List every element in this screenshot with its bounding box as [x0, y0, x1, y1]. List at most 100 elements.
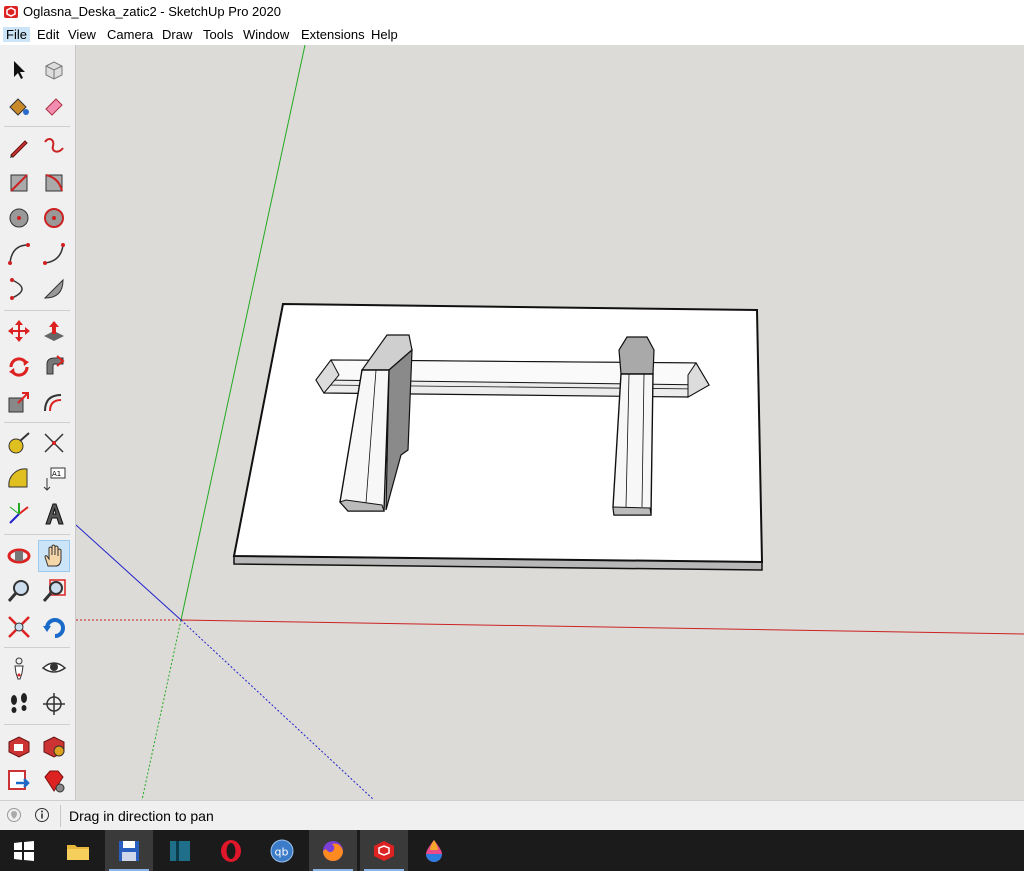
paint-bucket-icon: [9, 98, 29, 116]
taskbar-file-explorer[interactable]: [54, 830, 102, 871]
pan-tool-button[interactable]: [38, 540, 70, 572]
section-plane-tool-button[interactable]: [38, 688, 70, 720]
menu-extensions[interactable]: Extensions: [298, 27, 368, 42]
taskbar-opera[interactable]: [207, 830, 255, 871]
push-pull-icon: [44, 321, 64, 341]
offset-icon: [44, 394, 62, 412]
geo-location-icon[interactable]: [6, 807, 22, 823]
rotate-tool-button[interactable]: [3, 351, 35, 383]
paint-drop-icon: [426, 839, 442, 862]
windows-taskbar: qb: [0, 830, 1024, 871]
model-scene: [76, 45, 1024, 800]
look-around-tool-button[interactable]: [38, 652, 70, 684]
toolbar-separator: [4, 647, 70, 648]
eraser-tool-button[interactable]: [38, 90, 70, 122]
taskbar-book-app[interactable]: [156, 830, 204, 871]
orbit-tool-button[interactable]: [3, 540, 35, 572]
freehand-tool-button[interactable]: [38, 131, 70, 163]
extension-warehouse-icon: [43, 736, 65, 758]
zoom-extents-tool-button[interactable]: [3, 611, 35, 643]
previous-view-tool-button[interactable]: [38, 611, 70, 643]
green-axis-dotted: [141, 619, 182, 800]
taskbar-qbittorrent[interactable]: qb: [258, 830, 306, 871]
menu-bar: File Edit View Camera Draw Tools Window …: [0, 24, 1024, 45]
pie-tool-button[interactable]: [38, 273, 70, 305]
zoom-window-tool-button[interactable]: [38, 575, 70, 607]
ruby-gem-icon: [44, 770, 65, 793]
sketchup-icon: [374, 840, 394, 861]
three-point-arc-tool-button[interactable]: [3, 273, 35, 305]
component-box-icon: [45, 61, 63, 80]
zoom-tool-button[interactable]: [3, 575, 35, 607]
component-tool-button[interactable]: [38, 54, 70, 86]
start-button[interactable]: [0, 830, 48, 871]
3d-warehouse-button[interactable]: [3, 730, 35, 762]
file-explorer-icon: [67, 844, 89, 860]
dimension-tool-button[interactable]: [38, 427, 70, 459]
firefox-icon: [323, 840, 343, 861]
3d-text-icon: [45, 503, 64, 525]
blue-axis-solid: [76, 524, 182, 621]
board-model: [232, 302, 764, 571]
tape-measure-tool-button[interactable]: [3, 427, 35, 459]
red-axis-solid: [180, 619, 1024, 635]
eye-icon: [41, 662, 67, 673]
position-camera-tool-button[interactable]: [3, 652, 35, 684]
circle-tool-button[interactable]: [3, 202, 35, 234]
arc-tool-button[interactable]: [3, 238, 35, 270]
taskbar-firefox[interactable]: [309, 830, 357, 871]
toolbar-separator: [4, 310, 70, 311]
window-title: Oglasna_Deska_zatic2 - SketchUp Pro 2020: [23, 4, 281, 19]
axes-tool-button[interactable]: [3, 498, 35, 530]
sketchup-logo-icon: [4, 6, 18, 18]
3d-text-tool-button[interactable]: [38, 498, 70, 530]
zoom-extents-icon: [8, 616, 30, 638]
freehand-icon: [44, 138, 64, 153]
menu-file[interactable]: File: [3, 27, 30, 42]
protractor-tool-button[interactable]: [3, 463, 35, 495]
push-pull-tool-button[interactable]: [38, 315, 70, 347]
two-point-arc-icon: [43, 243, 65, 265]
move-tool-button[interactable]: [3, 315, 35, 347]
menu-view[interactable]: View: [65, 27, 99, 42]
extension-warehouse-button[interactable]: [38, 730, 70, 762]
toolbar-separator: [4, 534, 70, 535]
two-point-arc-tool-button[interactable]: [38, 238, 70, 270]
rotated-rectangle-tool-button[interactable]: [38, 167, 70, 199]
dimension-icon: [44, 433, 64, 453]
opera-icon: [221, 839, 241, 862]
polygon-tool-button[interactable]: [38, 202, 70, 234]
walk-tool-button[interactable]: [3, 688, 35, 720]
extension-manager-button[interactable]: [38, 765, 70, 797]
line-tool-button[interactable]: [3, 131, 35, 163]
info-icon[interactable]: [34, 807, 50, 823]
menu-window[interactable]: Window: [240, 27, 292, 42]
status-message: Drag in direction to pan: [69, 808, 214, 824]
footprints-icon: [11, 693, 27, 713]
taskbar-paint-drop[interactable]: [410, 830, 458, 871]
qbittorrent-label: qb: [275, 845, 289, 858]
3d-warehouse-icon: [8, 736, 30, 758]
select-tool-button[interactable]: [3, 54, 35, 86]
blue-axis-dotted: [180, 619, 375, 800]
menu-camera[interactable]: Camera: [104, 27, 156, 42]
menu-tools[interactable]: Tools: [200, 27, 236, 42]
taskbar-save-app[interactable]: [105, 830, 153, 871]
layout-icon: [8, 770, 30, 790]
paint-bucket-tool-button[interactable]: [3, 90, 35, 122]
qbittorrent-icon: qb: [270, 839, 294, 862]
menu-draw[interactable]: Draw: [159, 27, 195, 42]
menu-edit[interactable]: Edit: [34, 27, 62, 42]
rectangle-tool-button[interactable]: [3, 167, 35, 199]
send-to-layout-button[interactable]: [3, 765, 35, 797]
text-tool-button[interactable]: A1: [38, 463, 70, 495]
move-arrows-icon: [8, 320, 30, 342]
pan-hand-icon: [44, 544, 62, 567]
menu-help[interactable]: Help: [368, 27, 401, 42]
scale-tool-button[interactable]: [3, 386, 35, 418]
follow-me-tool-button[interactable]: [38, 351, 70, 383]
taskbar-sketchup[interactable]: [360, 830, 408, 871]
drawing-area[interactable]: [76, 45, 1024, 800]
offset-tool-button[interactable]: [38, 386, 70, 418]
status-bar: Drag in direction to pan: [0, 800, 1024, 830]
